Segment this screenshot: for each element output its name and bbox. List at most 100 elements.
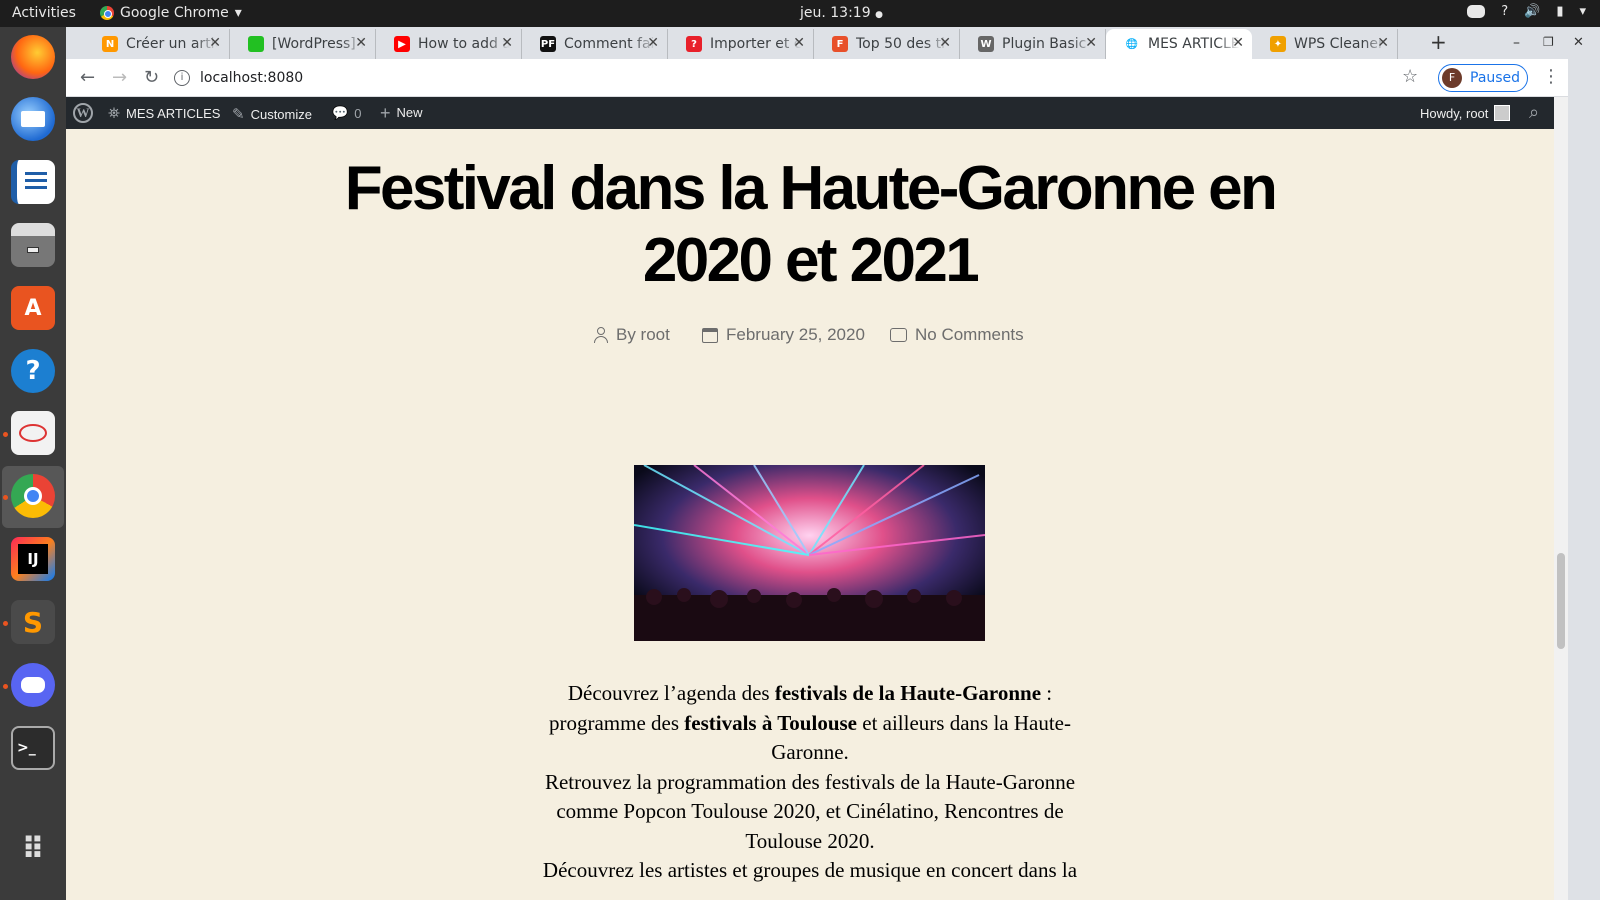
author-link[interactable]: By root	[616, 325, 670, 345]
tab-title: Top 50 des thèmes	[856, 36, 948, 52]
browser-tab[interactable]: [WordPress] Plugin✕	[230, 29, 376, 59]
bookmark-star-icon[interactable]: ☆	[1402, 66, 1418, 87]
tab-close-icon[interactable]: ✕	[1232, 35, 1244, 51]
close-window-icon[interactable]: ✕	[1573, 35, 1584, 50]
comments-count: 0	[354, 105, 362, 121]
battery-icon[interactable]: ▮	[1556, 4, 1563, 19]
comments-link[interactable]: No Comments	[915, 325, 1024, 345]
intellij-icon[interactable]: IJ	[11, 537, 55, 581]
help-icon[interactable]: ?	[11, 349, 55, 393]
tab-title: MES ARTICLES	[1148, 36, 1240, 52]
volume-icon[interactable]: 🔊	[1524, 4, 1540, 19]
system-tray[interactable]: ? 🔊 ▮ ▾	[1467, 4, 1586, 19]
post-author[interactable]: By root	[594, 325, 670, 345]
activities-button[interactable]: Activities	[12, 5, 76, 21]
page-scrollbar[interactable]	[1554, 97, 1568, 900]
browser-tab[interactable]: N Créer un article✕	[84, 29, 230, 59]
drawer-handle-icon	[27, 247, 39, 253]
post-comments[interactable]: No Comments	[890, 325, 1024, 345]
gnome-top-bar: Activities Google Chrome ▾ jeu. 13:19 ● …	[0, 0, 1600, 27]
my-account-menu[interactable]: Howdy, root	[1420, 105, 1511, 121]
show-applications-icon[interactable]: ⠿	[11, 827, 55, 871]
avatar	[1494, 105, 1511, 121]
new-tab-button[interactable]: +	[1430, 30, 1447, 54]
libreoffice-writer-icon[interactable]	[11, 160, 55, 204]
howdy-label: Howdy, root	[1420, 105, 1489, 121]
browser-tab[interactable]: PF Comment faire✕	[522, 29, 668, 59]
firefox-icon[interactable]	[11, 35, 55, 79]
document-lines-icon	[25, 172, 47, 192]
site-name-label: MES ARTICLES	[126, 106, 221, 121]
system-menu-arrow-icon[interactable]: ▾	[1579, 4, 1586, 19]
browser-tab[interactable]: 🌐 MES ARTICLES ✕	[1106, 29, 1252, 59]
browser-tab[interactable]: F Top 50 des thèmes✕	[814, 29, 960, 59]
app-menu[interactable]: Google Chrome ▾	[100, 5, 242, 21]
artists-paragraph: Découvrez les artistes et groupes de mus…	[542, 858, 1078, 882]
chrome-icon[interactable]	[11, 474, 55, 518]
site-info-icon[interactable]: i	[174, 70, 190, 86]
comments-link[interactable]: 💬 0	[332, 105, 361, 121]
tab-close-icon[interactable]: ✕	[793, 35, 805, 51]
envelope-icon	[21, 111, 45, 127]
discord-icon[interactable]	[11, 663, 55, 707]
scrollbar-thumb[interactable]	[1557, 553, 1565, 649]
site-name-menu[interactable]: ⛯ MES ARTICLES	[108, 105, 220, 122]
user-icon	[594, 327, 608, 343]
customize-label: Customize	[250, 106, 312, 122]
profile-button[interactable]: F Paused	[1438, 64, 1528, 92]
back-button[interactable]: ←	[80, 67, 95, 88]
post-title-line-1: Festival dans la Haute-Garonne en	[344, 154, 1278, 223]
avatar: F	[1442, 68, 1462, 88]
date-link[interactable]: February 25, 2020	[726, 325, 865, 345]
app-menu-label: Google Chrome	[120, 5, 229, 21]
new-content-menu[interactable]: + New	[380, 104, 423, 122]
help-icon[interactable]: ?	[1501, 4, 1508, 19]
tab-favicon-icon: ?	[686, 36, 702, 52]
intellij-mark: IJ	[18, 544, 48, 574]
post-content-area: Festival dans la Haute-Garonne en 2020 e…	[66, 129, 1554, 900]
tab-close-icon[interactable]: ✕	[647, 35, 659, 51]
editor-icon[interactable]	[11, 411, 55, 455]
wordpress-logo-icon: W	[73, 103, 93, 123]
browser-tab[interactable]: ? Importer et exporter✕	[668, 29, 814, 59]
bold-text: festivals à Toulouse	[684, 710, 857, 735]
chevron-down-icon: ▾	[234, 5, 242, 21]
tab-close-icon[interactable]: ✕	[1085, 35, 1097, 51]
reload-button[interactable]: ↻	[144, 67, 159, 88]
browser-tab[interactable]: ✦ WPS Cleaner ✕	[1252, 29, 1398, 59]
forward-button[interactable]: →	[112, 67, 127, 88]
kebab-menu-icon[interactable]: ⋮	[1542, 66, 1560, 87]
restore-icon[interactable]: ❐	[1543, 35, 1554, 49]
comment-icon	[890, 328, 907, 342]
tab-close-icon[interactable]: ✕	[1377, 35, 1389, 51]
tab-close-icon[interactable]: ✕	[939, 35, 951, 51]
tab-close-icon[interactable]: ✕	[501, 35, 513, 51]
terminal-icon[interactable]: >_	[11, 726, 55, 770]
thunderbird-icon[interactable]	[11, 97, 55, 141]
profile-status: Paused	[1470, 70, 1521, 86]
tab-title: Importer et exporter	[710, 36, 802, 52]
running-indicator	[3, 684, 8, 689]
chrome-icon	[100, 6, 114, 20]
toolbar: ← → ↻ i localhost:8080 ☆ F Paused ⋮	[66, 59, 1600, 97]
search-icon[interactable]: ⌕	[1529, 102, 1539, 123]
wp-logo-menu[interactable]: W	[73, 103, 93, 123]
address-bar[interactable]: i localhost:8080	[166, 64, 1421, 92]
tab-close-icon[interactable]: ✕	[209, 35, 221, 51]
tab-favicon-icon: F	[832, 36, 848, 52]
clock[interactable]: jeu. 13:19 ●	[800, 5, 883, 21]
tab-close-icon[interactable]: ✕	[355, 35, 367, 51]
software-center-icon[interactable]: A	[11, 286, 55, 330]
minimize-icon[interactable]: –	[1513, 35, 1520, 51]
files-icon[interactable]	[11, 223, 55, 267]
wp-admin-bar: W ⛯ MES ARTICLES ✎ Customize 💬 0 + New H…	[66, 97, 1554, 129]
browser-tab[interactable]: ▶ How to add a menu✕	[376, 29, 522, 59]
comment-bubble-icon: 💬	[332, 105, 349, 120]
customize-link[interactable]: ✎ Customize	[232, 105, 312, 123]
post-title: Festival dans la Haute-Garonne en 2020 e…	[66, 153, 1554, 297]
sublime-text-icon[interactable]: S	[11, 600, 55, 644]
post-date[interactable]: February 25, 2020	[702, 325, 865, 345]
browser-tab[interactable]: W Plugin Basic ✕	[960, 29, 1106, 59]
url-text[interactable]: localhost:8080	[200, 70, 303, 86]
discord-tray-icon[interactable]	[1467, 5, 1486, 18]
